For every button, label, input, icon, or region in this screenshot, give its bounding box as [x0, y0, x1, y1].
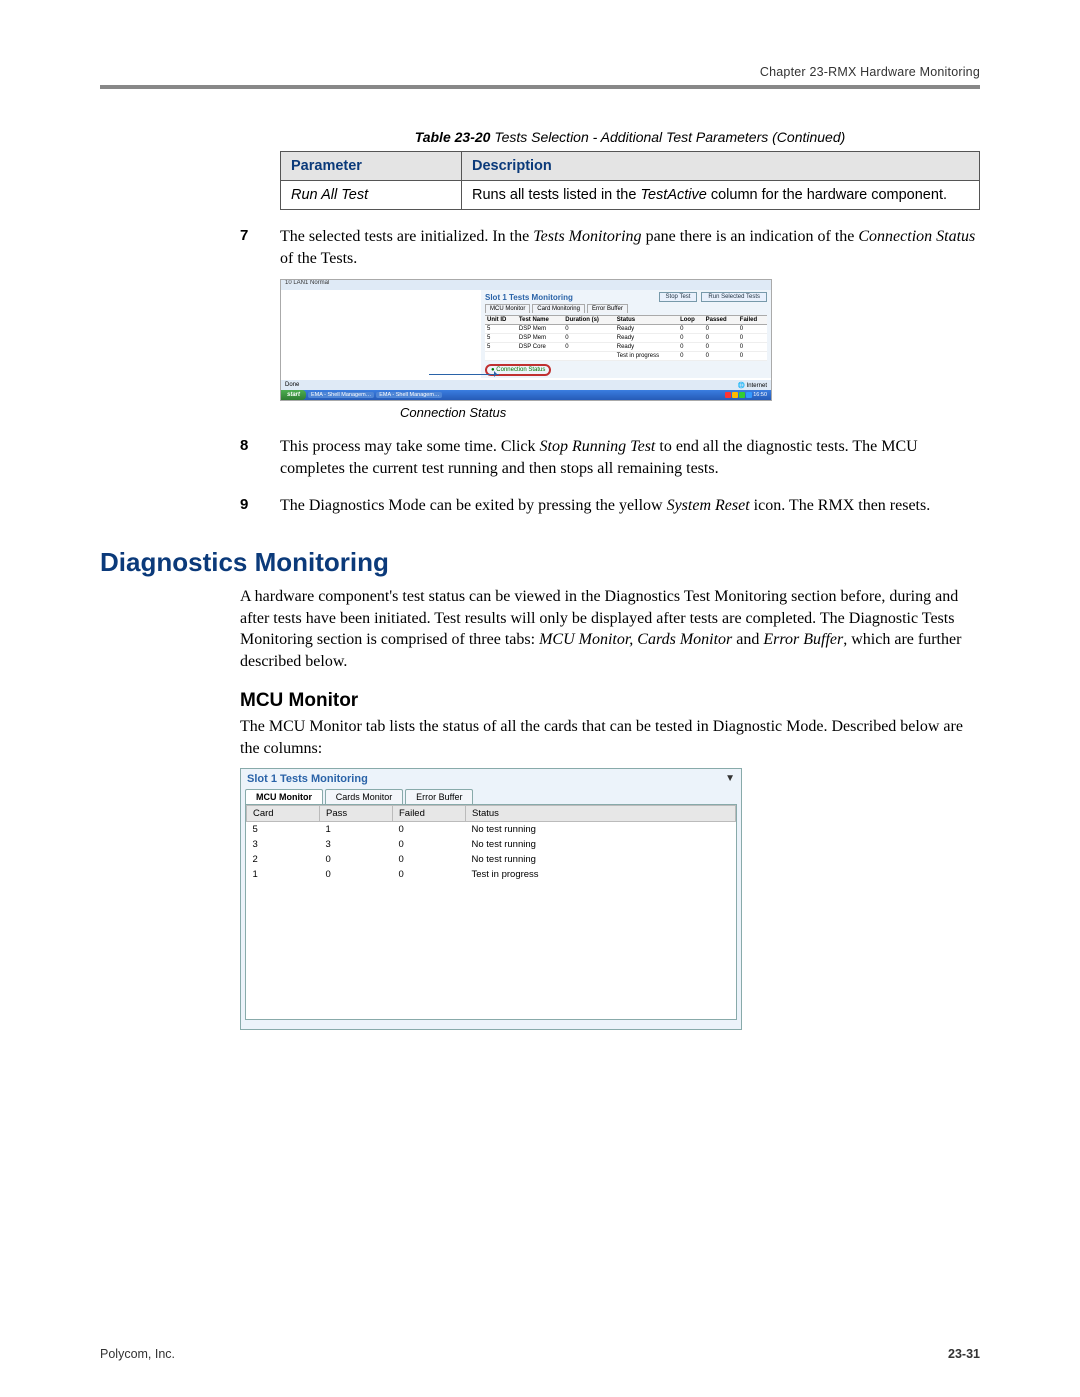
- shot1-right-pane: Slot 1 Tests Monitoring MCU Monitor Card…: [481, 290, 771, 378]
- cell-param: Run All Test: [281, 181, 462, 210]
- table-row: 200No test running: [247, 852, 736, 867]
- header-rule: [100, 85, 980, 89]
- table-row: 5DSP Core0Ready000: [485, 343, 767, 352]
- run-selected-tests-button[interactable]: Run Selected Tests: [701, 292, 767, 302]
- subsection-body: The MCU Monitor tab lists the status of …: [240, 716, 980, 759]
- windows-taskbar: start EMA - Shell Managem… EMA - Shell M…: [281, 390, 771, 400]
- callout-arrow: [429, 374, 499, 375]
- section-body: A hardware component's test status can b…: [240, 586, 980, 672]
- shot1-table: Unit ID Test Name Duration (s) Status Lo…: [485, 315, 767, 361]
- footer-company: Polycom, Inc.: [100, 1347, 175, 1361]
- col-description: Description: [462, 152, 980, 181]
- table-caption: Table 23-20 Tests Selection - Additional…: [280, 129, 980, 145]
- step-number: 9: [240, 495, 280, 517]
- table-row: Run All Test Runs all tests listed in th…: [281, 181, 980, 210]
- tab-mcu-monitor[interactable]: MCU Monitor: [245, 789, 323, 804]
- chapter-header: Chapter 23-RMX Hardware Monitoring: [100, 65, 980, 79]
- table-caption-rest: Tests Selection - Additional Test Parame…: [490, 129, 845, 145]
- stop-test-button[interactable]: Stop Test: [659, 292, 698, 302]
- page-number: 23-31: [948, 1347, 980, 1361]
- parameter-table: Parameter Description Run All Test Runs …: [280, 151, 980, 210]
- table-row: 5DSP Mem0Ready000: [485, 325, 767, 334]
- table-row: 100Test in progress: [247, 867, 736, 882]
- step-7: 7 The selected tests are initialized. In…: [240, 226, 980, 269]
- table-row: 330No test running: [247, 837, 736, 852]
- ie-status-bar: Done 🌐 Internet: [281, 380, 771, 390]
- page: Chapter 23-RMX Hardware Monitoring Table…: [0, 0, 1080, 1397]
- tests-monitoring-screenshot: 10 LAN1 Normal Stop Test Run Selected Te…: [280, 279, 772, 401]
- subsection-heading-mcu-monitor: MCU Monitor: [240, 690, 980, 712]
- tab-error-buffer[interactable]: Error Buffer: [405, 789, 473, 804]
- table-row: 5DSP Mem0Ready000: [485, 334, 767, 343]
- start-button[interactable]: start: [281, 390, 306, 400]
- step-9: 9 The Diagnostics Mode can be exited by …: [240, 495, 980, 517]
- system-tray: 16:50: [725, 392, 771, 398]
- step-number: 7: [240, 226, 280, 269]
- table-caption-label: Table 23-20: [415, 129, 491, 145]
- section-heading-diagnostics-monitoring: Diagnostics Monitoring: [100, 547, 980, 578]
- mcu-monitor-table: Card Pass Failed Status 510No test runni…: [246, 805, 736, 882]
- table-row: 510No test running: [247, 821, 736, 837]
- dropdown-icon[interactable]: ▼: [725, 773, 735, 784]
- col-parameter: Parameter: [281, 152, 462, 181]
- tab-error-buffer[interactable]: Error Buffer: [587, 304, 628, 313]
- tab-card-monitoring[interactable]: Card Monitoring: [532, 304, 585, 313]
- tab-mcu-monitor[interactable]: MCU Monitor: [485, 304, 530, 313]
- connection-status-caption: Connection Status: [400, 405, 980, 420]
- cell-desc: Runs all tests listed in the TestActive …: [462, 181, 980, 210]
- step-text: The Diagnostics Mode can be exited by pr…: [280, 495, 980, 517]
- shot1-top: 10 LAN1 Normal: [281, 280, 771, 290]
- internet-zone: 🌐 Internet: [738, 382, 768, 389]
- shot2-title: Slot 1 Tests Monitoring: [241, 769, 741, 789]
- tab-cards-monitor[interactable]: Cards Monitor: [325, 789, 404, 804]
- taskbar-item[interactable]: EMA - Shell Managem…: [376, 392, 442, 398]
- mcu-monitor-screenshot: Slot 1 Tests Monitoring MCU Monitor Card…: [240, 768, 742, 1030]
- step-text: The selected tests are initialized. In t…: [280, 226, 980, 269]
- step-number: 8: [240, 436, 280, 479]
- taskbar-item[interactable]: EMA - Shell Managem…: [308, 392, 374, 398]
- step-text: This process may take some time. Click S…: [280, 436, 980, 479]
- table-row: Test in progress000: [485, 352, 767, 361]
- page-footer: Polycom, Inc. 23-31: [100, 1347, 980, 1361]
- shot1-left-pane: [281, 290, 481, 378]
- step-8: 8 This process may take some time. Click…: [240, 436, 980, 479]
